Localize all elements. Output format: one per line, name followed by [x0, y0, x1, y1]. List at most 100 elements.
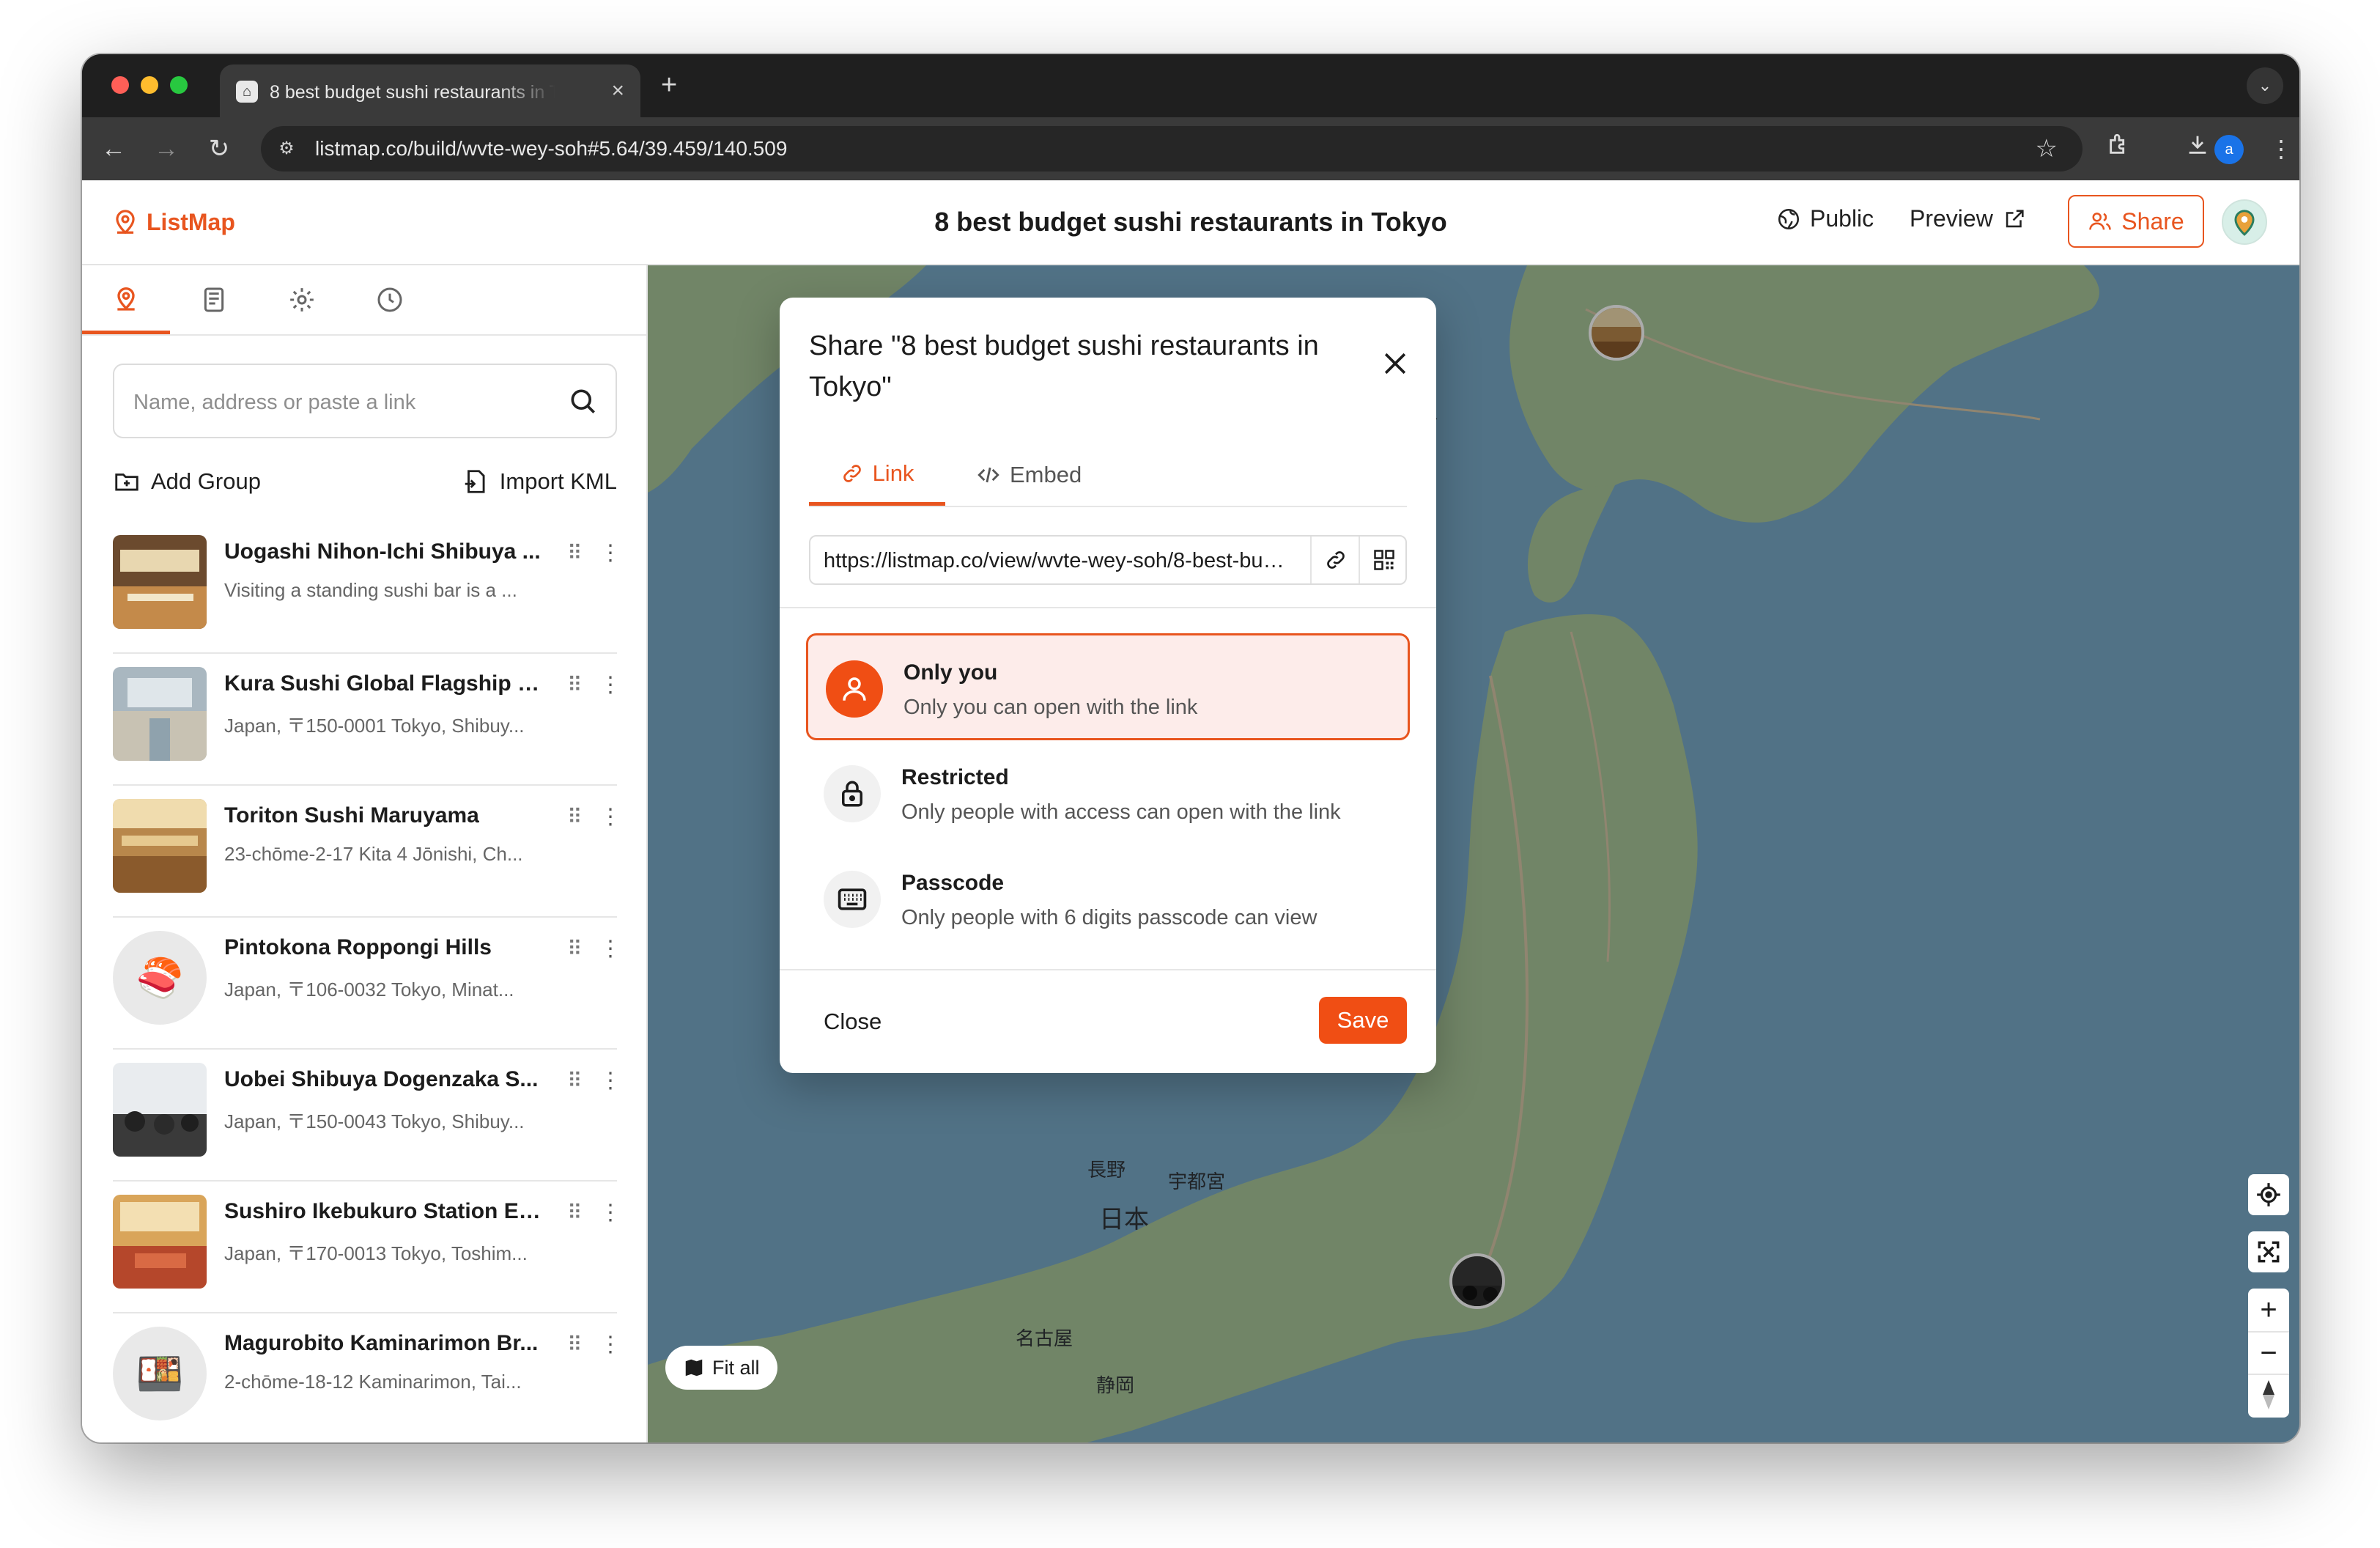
preview-button[interactable]: Preview: [1910, 205, 2027, 232]
zoom-in-button[interactable]: +: [2248, 1289, 2289, 1331]
tab-close-icon[interactable]: ×: [611, 78, 624, 104]
locate-me-button[interactable]: [2248, 1174, 2289, 1215]
compass-icon: [2263, 1380, 2274, 1409]
lock-icon: [824, 765, 881, 822]
folder-plus-icon: [115, 473, 138, 491]
user-avatar[interactable]: [2222, 199, 2267, 245]
more-options-icon[interactable]: ⋮: [599, 805, 621, 830]
copy-link-button[interactable]: [1310, 537, 1360, 583]
drag-handle-icon[interactable]: ⠿: [567, 805, 585, 830]
new-tab-button[interactable]: +: [661, 70, 677, 100]
listmap-logo[interactable]: ListMap: [111, 205, 235, 239]
share-link-input[interactable]: [822, 544, 1294, 578]
access-option-restricted[interactable]: Restricted Only people with access can o…: [806, 740, 1410, 847]
add-group-button[interactable]: Add Group: [113, 468, 261, 495]
more-options-icon[interactable]: ⋮: [599, 541, 621, 566]
more-options-icon[interactable]: ⋮: [599, 1201, 621, 1226]
forward-arrow-icon[interactable]: →: [149, 132, 183, 166]
list-item[interactable]: Uogashi Nihon-Ichi Shibuya ... Visiting …: [113, 522, 621, 654]
more-options-icon[interactable]: ⋮: [599, 1333, 621, 1357]
drag-handle-icon[interactable]: ⠿: [567, 541, 585, 566]
place-description: Japan, 〒150-0001 Tokyo, Shibuy...: [224, 715, 525, 737]
import-kml-button[interactable]: Import KML: [462, 468, 617, 495]
drag-handle-icon[interactable]: ⠿: [567, 937, 585, 962]
app-header: ListMap 8 best budget sushi restaurants …: [82, 180, 2299, 265]
fit-all-button[interactable]: Fit all: [665, 1346, 777, 1390]
more-options-icon[interactable]: ⋮: [599, 1069, 621, 1094]
access-option-passcode[interactable]: Passcode Only people with 6 digits passc…: [806, 846, 1410, 953]
map-pin-avatar-icon: [2234, 210, 2255, 236]
close-icon[interactable]: [1379, 347, 1411, 380]
tab-settings[interactable]: [258, 265, 346, 334]
extensions-icon[interactable]: [2101, 130, 2137, 167]
close-window-button[interactable]: [111, 76, 129, 94]
list-item[interactable]: 🍱 Magurobito Kaminarimon Br... 2-chōme-1…: [113, 1313, 621, 1442]
zoom-out-button[interactable]: −: [2248, 1331, 2289, 1375]
drag-handle-icon[interactable]: ⠿: [567, 673, 585, 698]
minimize-window-button[interactable]: [141, 76, 158, 94]
bento-icon: 🍱: [113, 1327, 207, 1420]
more-options-icon[interactable]: ⋮: [599, 673, 621, 698]
access-option-only-you[interactable]: Only you Only you can open with the link: [806, 633, 1410, 740]
option-title: Restricted: [901, 765, 1009, 789]
maximize-window-button[interactable]: [170, 76, 188, 94]
fullscreen-button[interactable]: [2248, 1231, 2289, 1272]
qr-code-icon: [1374, 550, 1394, 570]
code-icon: [978, 467, 999, 483]
dialog-title: Share "8 best budget sushi restaurants i…: [809, 331, 1319, 402]
tab-content[interactable]: [170, 265, 258, 334]
search-icon[interactable]: [567, 386, 599, 418]
link-icon: [843, 464, 861, 482]
list-item[interactable]: 🍣 Pintokona Roppongi Hills Japan, 〒106-0…: [113, 918, 621, 1050]
tab-link[interactable]: Link: [809, 444, 945, 506]
close-button[interactable]: Close: [824, 1009, 882, 1035]
place-photo: [113, 1195, 207, 1289]
divider: [780, 969, 1436, 970]
site-settings-icon[interactable]: ⚙: [274, 136, 299, 161]
drag-handle-icon[interactable]: ⠿: [567, 1201, 585, 1226]
share-link-field: [809, 535, 1407, 585]
fullscreen-icon: [2258, 1241, 2280, 1263]
share-button[interactable]: Share: [2068, 195, 2204, 248]
list-item[interactable]: Toriton Sushi Maruyama 23-chōme-2-17 Kit…: [113, 786, 621, 918]
place-name: Uogashi Nihon-Ichi Shibuya ...: [224, 539, 541, 564]
save-button[interactable]: Save: [1319, 997, 1407, 1044]
more-options-icon[interactable]: ⋮: [599, 937, 621, 962]
divider: [780, 607, 1436, 608]
place-description: Japan, 〒150-0043 Tokyo, Shibuy...: [224, 1110, 525, 1132]
share-tabs: Link Embed: [809, 444, 1407, 507]
tab-search-chevron-icon[interactable]: ⌄: [2247, 67, 2283, 104]
drag-handle-icon[interactable]: ⠿: [567, 1333, 585, 1357]
place-description: Japan, 〒106-0032 Tokyo, Minat...: [224, 978, 514, 1000]
tab-places[interactable]: [82, 265, 170, 334]
list-item[interactable]: Uobei Shibuya Dogenzaka S... Japan, 〒150…: [113, 1050, 621, 1182]
option-description: Only people with 6 digits passcode can v…: [901, 906, 1318, 929]
download-icon[interactable]: [2179, 130, 2216, 167]
compass-button[interactable]: [2248, 1374, 2289, 1416]
tab-history[interactable]: [346, 265, 434, 334]
reload-icon[interactable]: ↻: [202, 132, 236, 166]
drag-handle-icon[interactable]: ⠿: [567, 1069, 585, 1094]
back-arrow-icon[interactable]: ←: [97, 132, 130, 166]
external-link-icon: [2006, 209, 2024, 227]
logo-text: ListMap: [147, 208, 235, 235]
qr-code-button[interactable]: [1359, 537, 1408, 583]
link-icon: [1327, 551, 1345, 569]
tab-embed[interactable]: Embed: [976, 444, 1082, 506]
url-text[interactable]: listmap.co/build/wvte-wey-soh#5.64/39.45…: [315, 135, 787, 163]
list-item[interactable]: Sushiro Ikebukuro Station Ea... Japan, 〒…: [113, 1182, 621, 1313]
profile-avatar[interactable]: a: [2214, 135, 2244, 164]
gear-icon: [290, 288, 314, 312]
place-description: Japan, 〒170-0013 Tokyo, Toshim...: [224, 1242, 528, 1264]
option-title: Only you: [903, 660, 998, 685]
globe-icon: [1778, 208, 1800, 229]
visibility-public-button[interactable]: Public: [1776, 205, 1874, 232]
place-photo: [113, 799, 207, 893]
list-item[interactable]: Kura Sushi Global Flagship S... Japan, 〒…: [113, 654, 621, 786]
browser-menu-icon[interactable]: ⋮: [2263, 130, 2299, 167]
place-name: Magurobito Kaminarimon Br...: [224, 1331, 539, 1355]
address-bar[interactable]: ⚙ listmap.co/build/wvte-wey-soh#5.64/39.…: [261, 126, 2082, 172]
search-input[interactable]: [132, 383, 552, 422]
bookmark-star-icon[interactable]: ☆: [2036, 133, 2058, 164]
browser-tab[interactable]: ⌂ 8 best budget sushi restaurants in Tok…: [220, 64, 640, 117]
